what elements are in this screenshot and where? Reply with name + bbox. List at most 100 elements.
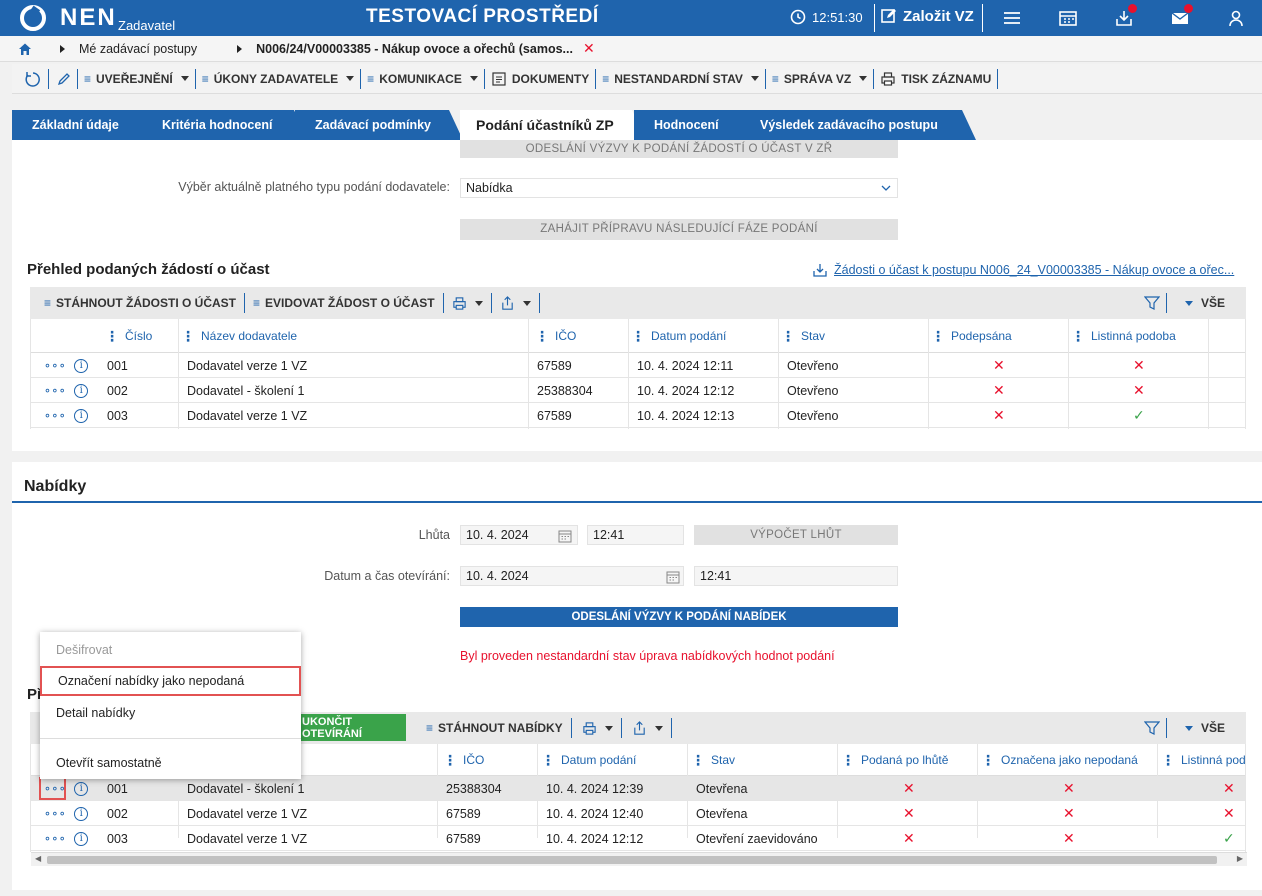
breadcrumb: Mé zadávací postupy N006/24/V00003385 - …	[0, 36, 1262, 62]
toolbar-publish[interactable]: ≡ UVEŘEJNĚNÍ	[78, 68, 196, 89]
user-icon[interactable]	[1226, 8, 1246, 28]
toolbar-nonstandard-state[interactable]: ≡ NESTANDARDNÍ STAV	[596, 68, 766, 89]
col-date[interactable]: ⋮ Datum podání	[631, 319, 726, 353]
scroll-left-icon[interactable]: ◀	[35, 854, 41, 863]
cell-paper: ✕	[1223, 776, 1235, 801]
filter-icon[interactable]	[1144, 720, 1160, 736]
opening-time-input[interactable]: 12:41	[694, 566, 898, 586]
opening-date-input[interactable]: 10. 4. 2024	[460, 566, 684, 586]
horizontal-scrollbar[interactable]: ◀ ▶	[31, 852, 1247, 866]
column-menu-icon: ⋮	[1161, 751, 1175, 768]
cell-ico: 67589	[446, 806, 481, 821]
send-offer-invites-button[interactable]: ODESLÁNÍ VÝZVY K PODÁNÍ NABÍDEK	[460, 607, 898, 627]
table-row[interactable]: ∘∘∘ i 002 Dodavatel verze 1 VZ 67589 10. …	[31, 801, 1245, 826]
table-row[interactable]: ∘∘∘ i 003 Dodavatel verze 1 VZ 67589 10. …	[31, 403, 1245, 428]
filter-all-dropdown[interactable]: VŠE	[1182, 721, 1225, 735]
home-icon[interactable]	[18, 42, 32, 56]
table-row[interactable]: ∘∘∘ i 001 Dodavatel - školení 1 25388304 …	[31, 776, 1245, 801]
calculate-deadlines-button[interactable]: VÝPOČET LHŮT	[694, 525, 898, 545]
info-icon[interactable]: i	[74, 806, 89, 821]
tab-basic-data[interactable]: Základní údaje	[12, 110, 156, 140]
col-ico[interactable]: ⋮ IČO	[443, 744, 484, 776]
toolbar-communication[interactable]: ≡ KOMUNIKACE	[361, 68, 485, 89]
more-options-icon[interactable]: ∘∘∘	[44, 832, 66, 845]
calendar-icon[interactable]	[558, 529, 572, 543]
close-icon[interactable]: ✕	[583, 40, 595, 57]
col-unsubmitted[interactable]: ⋮ Označena jako nepodaná	[981, 744, 1138, 776]
download-requests-button[interactable]: ≡ STÁHNOUT ŽÁDOSTI O ÚČAST	[30, 293, 246, 313]
start-next-phase-button[interactable]: ZAHÁJIT PŘÍPRAVU NÁSLEDUJÍCÍ FÁZE PODÁNÍ	[460, 219, 898, 240]
breadcrumb-my-procedures[interactable]: Mé zadávací postupy	[79, 42, 197, 56]
more-options-icon[interactable]: ∘∘∘	[44, 359, 66, 372]
info-icon[interactable]: i	[74, 358, 89, 373]
menu-mark-unsubmitted[interactable]: Označení nabídky jako nepodaná	[40, 666, 301, 696]
edit-button[interactable]	[49, 68, 78, 89]
print-dropdown-button[interactable]	[574, 718, 622, 738]
tab-procedure-result[interactable]: Výsledek zadávacího postupu	[742, 110, 976, 140]
environment-title: TESTOVACÍ PROSTŘEDÍ	[366, 6, 599, 27]
export-dropdown-button[interactable]	[492, 293, 540, 313]
download-offers-button[interactable]: ≡ STÁHNOUT NABÍDKY	[418, 718, 572, 738]
filter-icon[interactable]	[1144, 295, 1160, 311]
cross-icon: ✕	[993, 407, 1005, 423]
send-participation-invite-button[interactable]: ODESLÁNÍ VÝZVY K PODÁNÍ ŽÁDOSTÍ O ÚČAST …	[460, 140, 898, 158]
col-ico[interactable]: ⋮ IČO	[535, 319, 576, 353]
cell-supplier: Dodavatel verze 1 VZ	[187, 358, 308, 373]
finish-opening-button[interactable]: UKONČIT OTEVÍRÁNÍ	[298, 714, 406, 741]
table-row[interactable]: ∘∘∘ i 003 Dodavatel verze 1 VZ 67589 10. …	[31, 826, 1245, 851]
toolbar-print-record[interactable]: TISK ZÁZNAMU	[874, 68, 999, 89]
col-status[interactable]: ⋮ Stav	[691, 744, 735, 776]
tab-evaluation-criteria[interactable]: Kritéria hodnocení	[142, 110, 308, 140]
deadline-date-input[interactable]: 10. 4. 2024	[460, 525, 578, 545]
submission-type-select[interactable]: Nabídka	[460, 178, 898, 198]
caret-down-icon	[1185, 300, 1193, 306]
col-late[interactable]: ⋮ Podaná po lhůtě	[841, 744, 948, 776]
filter-all-dropdown[interactable]: VŠE	[1182, 296, 1225, 310]
menu-decrypt[interactable]: Dešifrovat	[40, 635, 301, 665]
tab-evaluation[interactable]: Hodnocení	[634, 110, 756, 140]
deadline-time-input[interactable]: 12:41	[587, 525, 684, 545]
refresh-button[interactable]	[12, 68, 49, 89]
more-options-icon[interactable]: ∘∘∘	[44, 384, 66, 397]
print-dropdown-button[interactable]	[444, 293, 492, 313]
logo-text[interactable]: NEN	[60, 4, 117, 32]
more-options-icon[interactable]: ∘∘∘	[44, 409, 66, 422]
calendar-icon[interactable]	[666, 570, 680, 584]
tab-tender-conditions[interactable]: Zadávací podmínky	[295, 110, 463, 140]
cell-ico: 25388304	[537, 383, 593, 398]
toolbar-authority-actions[interactable]: ≡ ÚKONY ZADAVATELE	[196, 68, 362, 89]
col-paper[interactable]: ⋮ Listinná podoba	[1071, 319, 1176, 353]
calendar-icon[interactable]	[1058, 8, 1078, 28]
requests-link[interactable]: Žádosti o účast k postupu N006_24_V00003…	[812, 262, 1247, 278]
info-icon[interactable]: i	[74, 408, 89, 423]
more-options-icon[interactable]: ∘∘∘	[44, 807, 66, 820]
col-status[interactable]: ⋮ Stav	[781, 319, 825, 353]
scrollbar-thumb[interactable]	[47, 856, 1217, 864]
toolbar-documents[interactable]: DOKUMENTY	[485, 68, 597, 89]
toolbar-vz-management[interactable]: ≡ SPRÁVA VZ	[766, 68, 875, 89]
menu-open-separately[interactable]: Otevřít samostatně	[40, 748, 301, 778]
opening-datetime-label: Datum a čas otevírání:	[324, 569, 450, 583]
register-request-button[interactable]: ≡ EVIDOVAT ŽÁDOST O ÚČAST	[245, 293, 444, 313]
col-date[interactable]: ⋮ Datum podání	[541, 744, 636, 776]
table-row[interactable]: ∘∘∘ i 001 Dodavatel verze 1 VZ 67589 10. …	[31, 353, 1245, 378]
col-paper[interactable]: ⋮ Listinná pod	[1161, 744, 1247, 776]
cell-unsubmitted: ✕	[1063, 826, 1075, 851]
info-icon[interactable]: i	[74, 831, 89, 846]
col-supplier[interactable]: ⋮ Název dodavatele	[181, 319, 297, 353]
col-number[interactable]: ⋮ Číslo	[105, 319, 152, 353]
cell-date: 10. 4. 2024 12:40	[546, 806, 644, 821]
info-icon[interactable]: i	[74, 383, 89, 398]
table-row[interactable]: ∘∘∘ i 002 Dodavatel - školení 1 25388304 …	[31, 378, 1245, 403]
info-icon[interactable]: i	[74, 781, 89, 796]
tab-participant-submissions[interactable]: Podání účastníků ZP	[460, 110, 646, 140]
menu-offer-detail[interactable]: Detail nabídky	[40, 698, 301, 728]
chevron-down-icon	[881, 185, 891, 191]
create-vz-button[interactable]: Založit VZ	[880, 7, 974, 25]
hamburger-menu-icon[interactable]	[1002, 8, 1022, 28]
nen-logo-icon[interactable]	[20, 5, 46, 31]
breadcrumb-current-procedure[interactable]: N006/24/V00003385 - Nákup ovoce a ořechů…	[256, 42, 573, 56]
scroll-right-icon[interactable]: ▶	[1237, 854, 1243, 863]
col-signed[interactable]: ⋮ Podepsána	[931, 319, 1012, 353]
export-dropdown-button[interactable]	[624, 718, 672, 738]
